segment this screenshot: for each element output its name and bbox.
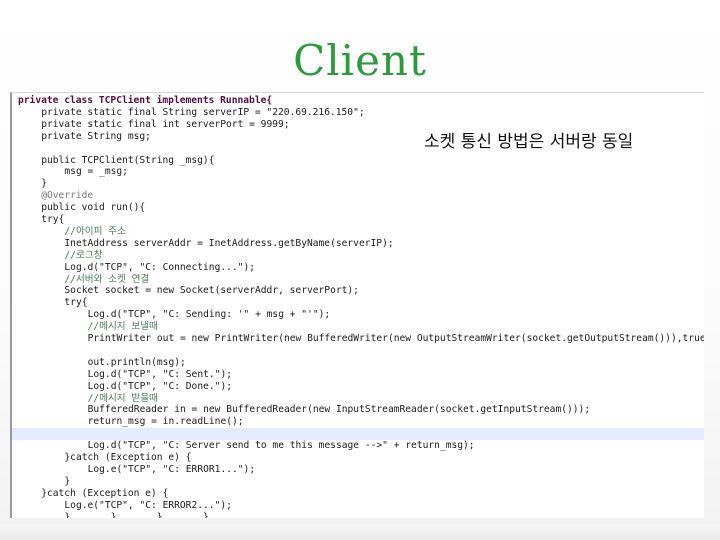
slide-footer-bar xyxy=(0,524,720,540)
code-line: BufferedReader in = new BufferedReader(n… xyxy=(87,404,591,416)
code-line: Log.e("TCP", "C: ERROR2..."); xyxy=(64,499,232,511)
code-line: PrintWriter out = new PrintWriter(new Bu… xyxy=(87,333,704,344)
code-line: return_msg = in.readLine(); xyxy=(87,416,244,428)
code-line: Log.d("TCP", "C: Done."); xyxy=(87,380,232,392)
code-line: Log.d("TCP", "C: Connecting..."); xyxy=(64,261,255,273)
code-line: } xyxy=(41,178,47,190)
code-line: Log.d("TCP", "C: Sent."); xyxy=(87,368,232,380)
slide-title: Client xyxy=(293,36,427,85)
code-screenshot: private class TCPClient implements Runna… xyxy=(10,92,704,518)
code-line xyxy=(12,428,704,441)
code-line: } } } } xyxy=(64,511,209,519)
code-line: //아이피 주소 xyxy=(64,225,126,237)
code-line: Socket socket = new Socket(serverAddr, s… xyxy=(64,285,359,297)
code-line: //메시지 보낼때 xyxy=(87,321,158,333)
code-line: private static final String serverIP = "… xyxy=(41,106,365,118)
code-line: InetAddress serverAddr = InetAddress.get… xyxy=(64,237,394,249)
code-line: Log.d("TCP", "C: Server send to me this … xyxy=(87,440,475,452)
code-line: //메시지 받을때 xyxy=(87,392,158,404)
slide-note: 소켓 통신 방법은 서버랑 동일 xyxy=(424,132,634,152)
code-line: msg = _msg; xyxy=(64,166,128,178)
code-line: public TCPClient(String _msg){ xyxy=(41,154,215,166)
code-line: public void run(){ xyxy=(41,202,146,214)
code-line: Log.d("TCP", "C: Sending: '" + msg + "'"… xyxy=(87,309,331,321)
code-line: try{ xyxy=(64,297,88,309)
code-line: //로그창 xyxy=(64,249,103,261)
code-line: } xyxy=(64,475,71,487)
code-line: out.println(msg); xyxy=(87,356,186,368)
code-line: }catch (Exception e) { xyxy=(64,452,192,463)
code-line: try{ xyxy=(41,214,65,225)
code-line: }catch (Exception e) { xyxy=(41,487,169,499)
code-line: //서버와 소켓 연결 xyxy=(64,273,150,285)
code-line: @Override xyxy=(41,190,94,202)
code-line: Log.e("TCP", "C: ERROR1..."); xyxy=(87,463,256,475)
code-line: private class TCPClient implements Runna… xyxy=(18,95,273,106)
